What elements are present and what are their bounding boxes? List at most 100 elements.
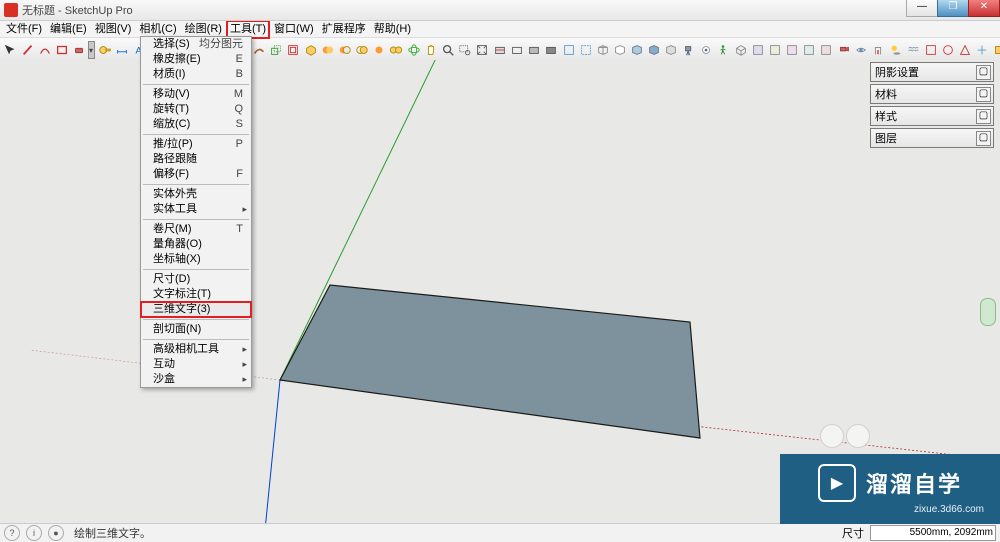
- panel-collapse-button[interactable]: ▢: [976, 87, 991, 102]
- front-view-icon[interactable]: [767, 40, 783, 60]
- shaded-textures-icon[interactable]: [646, 40, 662, 60]
- solid-intersect-icon[interactable]: [371, 40, 387, 60]
- menu-item-10[interactable]: 偏移(F)F: [141, 167, 251, 182]
- monochrome-icon[interactable]: [663, 40, 679, 60]
- menu-item-2[interactable]: 材质(I)B: [141, 67, 251, 82]
- material-swatch[interactable]: [88, 41, 95, 59]
- tape-tool-icon[interactable]: [97, 40, 113, 60]
- section-cut-icon[interactable]: [526, 40, 542, 60]
- fog-icon[interactable]: [905, 40, 921, 60]
- solid-split-icon[interactable]: [388, 40, 404, 60]
- panel-collapse-button[interactable]: ▢: [976, 131, 991, 146]
- menu-4[interactable]: 绘图(R): [181, 22, 226, 37]
- menu-2[interactable]: 视图(V): [91, 22, 136, 37]
- wireframe-icon[interactable]: [595, 40, 611, 60]
- line-tool-icon[interactable]: [20, 40, 36, 60]
- menu-item-4[interactable]: 移动(V)M: [141, 87, 251, 102]
- status-icons: ? i ●: [4, 525, 64, 541]
- menu-item-16[interactable]: 量角器(O): [141, 237, 251, 252]
- shape-tool-icon[interactable]: [54, 40, 70, 60]
- menu-6[interactable]: 窗口(W): [270, 22, 318, 37]
- orbit-tool-icon[interactable]: [406, 40, 422, 60]
- select-tool-icon[interactable]: [2, 40, 18, 60]
- scale-tool-icon[interactable]: [268, 40, 284, 60]
- left-view-icon[interactable]: [818, 40, 834, 60]
- solid-trim-icon[interactable]: [354, 40, 370, 60]
- zoom-window-icon[interactable]: [457, 40, 473, 60]
- menu-8[interactable]: 帮助(H): [370, 22, 415, 37]
- dimension-tool-icon[interactable]: [114, 40, 130, 60]
- menu-item-20[interactable]: 文字标注(T): [141, 287, 251, 302]
- menu-item-15[interactable]: 卷尺(M)T: [141, 222, 251, 237]
- menu-item-8[interactable]: 推/拉(P)P: [141, 137, 251, 152]
- eraser-tool-icon[interactable]: [71, 40, 87, 60]
- menu-item-19[interactable]: 尺寸(D): [141, 272, 251, 287]
- camera-look-icon[interactable]: [698, 40, 714, 60]
- section-icon[interactable]: [492, 40, 508, 60]
- xray-icon[interactable]: [561, 40, 577, 60]
- menu-item-12[interactable]: 实体外壳: [141, 187, 251, 202]
- backedges-icon[interactable]: [578, 40, 594, 60]
- panel-collapse-button[interactable]: ▢: [976, 109, 991, 124]
- menu-item-0[interactable]: 选择(S)均分图元: [141, 37, 251, 52]
- position-camera-icon[interactable]: [836, 40, 852, 60]
- panel-collapse-button[interactable]: ▢: [976, 65, 991, 80]
- menu-item-5[interactable]: 旋转(T)Q: [141, 102, 251, 117]
- zoom-extents-icon[interactable]: [474, 40, 490, 60]
- menu-item-23[interactable]: 剖切面(N): [141, 322, 251, 337]
- offset-tool-icon[interactable]: [285, 40, 301, 60]
- tool-extra-4[interactable]: [974, 40, 990, 60]
- menu-item-25[interactable]: 高级相机工具: [141, 342, 251, 357]
- panel-1[interactable]: 材料▢: [870, 84, 994, 104]
- help-icon[interactable]: ?: [4, 525, 20, 541]
- top-view-icon[interactable]: [750, 40, 766, 60]
- user-icon[interactable]: ●: [48, 525, 64, 541]
- info-icon[interactable]: i: [26, 525, 42, 541]
- shaded-icon[interactable]: [629, 40, 645, 60]
- minimize-button[interactable]: —: [906, 0, 938, 17]
- menu-item-27[interactable]: 沙盒: [141, 372, 251, 387]
- menu-item-6[interactable]: 缩放(C)S: [141, 117, 251, 132]
- menu-7[interactable]: 扩展程序: [318, 22, 370, 37]
- menu-item-label: 材质(I): [153, 68, 185, 81]
- panel-0[interactable]: 阴影设置 ▢: [870, 62, 994, 82]
- tool-extra-2[interactable]: [940, 40, 956, 60]
- menu-item-17[interactable]: 坐标轴(X): [141, 252, 251, 267]
- outer-shell-icon[interactable]: [303, 40, 319, 60]
- shadow-icon[interactable]: [888, 40, 904, 60]
- arc-tool-icon[interactable]: [37, 40, 53, 60]
- pan-tool-icon[interactable]: [423, 40, 439, 60]
- menu-item-21[interactable]: 三维文字(3): [141, 302, 251, 317]
- look-around-icon[interactable]: [853, 40, 869, 60]
- panel-2[interactable]: 样式▢: [870, 106, 994, 126]
- menu-item-13[interactable]: 实体工具: [141, 202, 251, 217]
- menu-item-1[interactable]: 橡皮擦(E)E: [141, 52, 251, 67]
- right-view-icon[interactable]: [784, 40, 800, 60]
- menu-item-26[interactable]: 互动: [141, 357, 251, 372]
- panel-title: 阴影设置: [875, 64, 919, 80]
- hiddenline-icon[interactable]: [612, 40, 628, 60]
- menu-item-label: 缩放(C): [153, 118, 190, 131]
- back-view-icon[interactable]: [801, 40, 817, 60]
- menu-item-9[interactable]: 路径跟随: [141, 152, 251, 167]
- walk-icon[interactable]: [715, 40, 731, 60]
- menu-0[interactable]: 文件(F): [2, 22, 46, 37]
- followme-tool-icon[interactable]: [251, 40, 267, 60]
- close-button[interactable]: ✕: [968, 0, 1000, 17]
- iso-icon[interactable]: [733, 40, 749, 60]
- tool-extra-1[interactable]: [923, 40, 939, 60]
- tool-extra-3[interactable]: [957, 40, 973, 60]
- menu-1[interactable]: 编辑(E): [46, 22, 91, 37]
- section-fill-icon[interactable]: [543, 40, 559, 60]
- walk-through-icon[interactable]: [870, 40, 886, 60]
- dimensions-input[interactable]: 5500mm, 2092mm: [870, 525, 996, 541]
- section-display-icon[interactable]: [509, 40, 525, 60]
- solid-subtract-icon[interactable]: [337, 40, 353, 60]
- zoom-tool-icon[interactable]: [440, 40, 456, 60]
- maximize-button[interactable]: ❐: [937, 0, 969, 17]
- camera-stand-icon[interactable]: [681, 40, 697, 60]
- panel-3[interactable]: 图层▢: [870, 128, 994, 148]
- tool-extra-5[interactable]: [991, 40, 1000, 60]
- menu-3[interactable]: 相机(C): [135, 22, 180, 37]
- solid-union-icon[interactable]: [320, 40, 336, 60]
